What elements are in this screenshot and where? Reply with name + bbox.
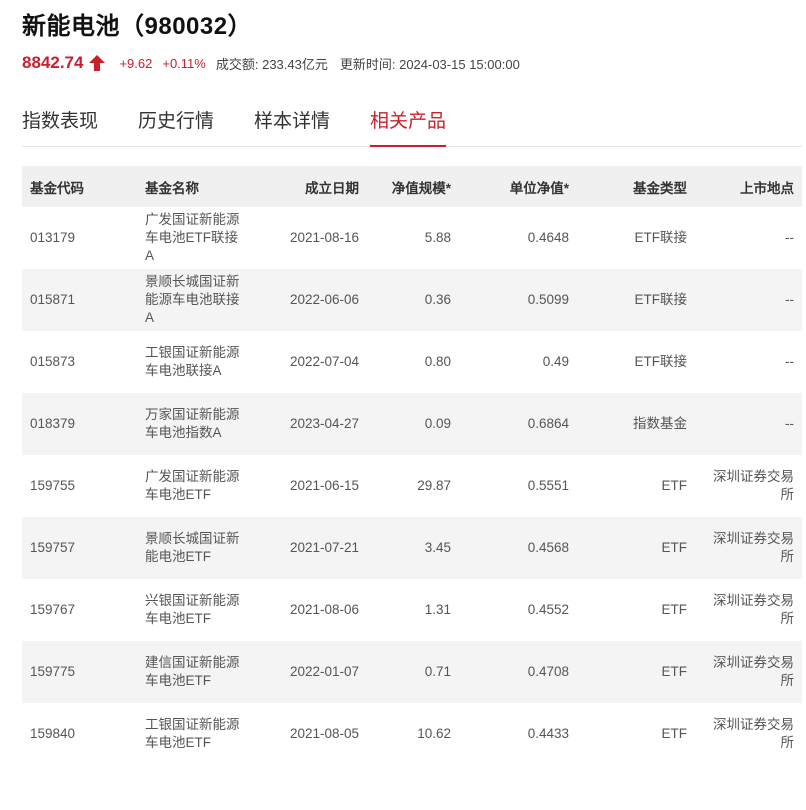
net-asset: 0.71: [367, 641, 459, 703]
col-fund-type[interactable]: 基金类型: [577, 166, 695, 207]
inception-date: 2021-08-16: [289, 230, 359, 245]
inception-date: 2021-07-21: [252, 517, 367, 579]
quote-bar: 8842.74 +9.62 +0.11% 成交额: 233.43亿元 更新时间:…: [22, 46, 802, 80]
fund-type: ETF联接: [634, 230, 688, 245]
col-fund-code[interactable]: 基金代码: [22, 166, 137, 207]
col-listing-venue[interactable]: 上市地点: [695, 166, 802, 207]
fund-code: 013179: [30, 230, 76, 245]
table-row: 013179 广发国证新能源车电池ETF联接A 2021-08-16 5.88 …: [22, 207, 802, 269]
price-change: +9.62: [119, 55, 153, 71]
fund-name[interactable]: 万家国证新能源车电池指数A: [137, 393, 252, 455]
listing-venue: 深圳证券交易所: [713, 593, 794, 626]
table-row: 015873 工银国证新能源车电池联接A 2022-07-04 0.80 0.4…: [22, 331, 802, 393]
fund-code: 159840: [30, 726, 76, 741]
net-asset: 29.87: [417, 478, 451, 493]
unit-nav: 0.6864: [459, 393, 577, 455]
unit-nav: 0.4708: [459, 641, 577, 703]
fund-type: ETF联接: [577, 269, 695, 331]
update-time: 更新时间: 2024-03-15 15:00:00: [339, 56, 520, 72]
fund-name[interactable]: 工银国证新能源车电池联接A: [137, 331, 252, 393]
net-asset: 1.31: [424, 602, 451, 617]
col-net-asset[interactable]: 净值规模*: [367, 166, 459, 207]
fund-type: 指数基金: [577, 393, 695, 455]
tab-index-performance[interactable]: 指数表现: [22, 100, 98, 146]
turnover-text: 成交额: 233.43亿元: [215, 56, 328, 72]
inception-date: 2022-01-07: [252, 641, 367, 703]
table-row: 159840 工银国证新能源车电池ETF 2021-08-05 10.62 0.…: [22, 703, 802, 765]
fund-code: 159775: [22, 641, 137, 703]
page-title: 新能电池（980032）: [22, 13, 253, 40]
listing-venue: --: [785, 354, 794, 369]
fund-type: ETF: [661, 602, 688, 617]
inception-date: 2021-08-05: [289, 726, 359, 741]
net-asset: 0.36: [367, 269, 459, 331]
fund-code: 159757: [22, 517, 137, 579]
listing-venue: 深圳证券交易所: [695, 641, 802, 703]
fund-name[interactable]: 景顺长城国证新能源车电池联接A: [137, 269, 252, 331]
fund-type: ETF联接: [634, 354, 688, 369]
unit-nav: 0.5551: [527, 478, 569, 493]
col-inception-date[interactable]: 成立日期: [252, 166, 367, 207]
table-row: 159775 建信国证新能源车电池ETF 2022-01-07 0.71 0.4…: [22, 641, 802, 703]
net-asset: 0.09: [367, 393, 459, 455]
unit-nav: 0.4648: [527, 230, 569, 245]
table-row: 018379 万家国证新能源车电池指数A 2023-04-27 0.09 0.6…: [22, 393, 802, 455]
net-asset: 10.62: [417, 726, 451, 741]
tab-related-products[interactable]: 相关产品: [370, 100, 447, 147]
inception-date: 2021-06-15: [289, 478, 359, 493]
listing-venue: --: [695, 269, 802, 331]
listing-venue: --: [785, 230, 794, 245]
col-fund-name[interactable]: 基金名称: [137, 166, 252, 207]
unit-nav: 0.4568: [459, 517, 577, 579]
fund-code: 015873: [30, 354, 76, 369]
col-unit-nav[interactable]: 单位净值*: [459, 166, 577, 207]
fund-name[interactable]: 建信国证新能源车电池ETF: [137, 641, 252, 703]
arrow-up-icon: [87, 54, 107, 72]
fund-type: ETF: [577, 641, 695, 703]
unit-nav: 0.49: [542, 354, 569, 369]
inception-date: 2023-04-27: [252, 393, 367, 455]
unit-nav: 0.5099: [459, 269, 577, 331]
listing-venue: --: [695, 393, 802, 455]
tab-bar: 指数表现 历史行情 样本详情 相关产品: [22, 100, 802, 147]
net-asset: 5.88: [424, 230, 451, 245]
listing-venue: 深圳证券交易所: [713, 717, 794, 750]
tab-constituents[interactable]: 样本详情: [254, 100, 330, 146]
net-asset: 0.80: [424, 354, 451, 369]
fund-name[interactable]: 广发国证新能源车电池ETF: [137, 455, 252, 517]
tab-history[interactable]: 历史行情: [138, 100, 214, 146]
unit-nav: 0.4433: [527, 726, 569, 741]
fund-type: ETF: [577, 517, 695, 579]
fund-code: 159767: [30, 602, 76, 617]
fund-code: 159755: [30, 478, 76, 493]
fund-code: 018379: [22, 393, 137, 455]
fund-name[interactable]: 工银国证新能源车电池ETF: [137, 703, 252, 765]
unit-nav: 0.4552: [527, 602, 569, 617]
listing-venue: 深圳证券交易所: [695, 517, 802, 579]
fund-name[interactable]: 兴银国证新能源车电池ETF: [137, 579, 252, 641]
index-price: 8842.74: [22, 53, 84, 72]
table-row: 159755 广发国证新能源车电池ETF 2021-06-15 29.87 0.…: [22, 455, 802, 517]
inception-date: 2021-08-06: [289, 602, 359, 617]
table-header-row: 基金代码 基金名称 成立日期 净值规模* 单位净值* 基金类型 上市地点: [22, 166, 802, 207]
table-row: 159757 景顺长城国证新能电池ETF 2021-07-21 3.45 0.4…: [22, 517, 802, 579]
fund-type: ETF: [661, 478, 688, 493]
inception-date: 2022-06-06: [252, 269, 367, 331]
net-asset: 3.45: [367, 517, 459, 579]
fund-name[interactable]: 景顺长城国证新能电池ETF: [137, 517, 252, 579]
table-row: 015871 景顺长城国证新能源车电池联接A 2022-06-06 0.36 0…: [22, 269, 802, 331]
price-change-pct: +0.11%: [162, 55, 206, 71]
table-row: 159767 兴银国证新能源车电池ETF 2021-08-06 1.31 0.4…: [22, 579, 802, 641]
fund-name[interactable]: 广发国证新能源车电池ETF联接A: [137, 207, 252, 269]
fund-type: ETF: [661, 726, 688, 741]
listing-venue: 深圳证券交易所: [713, 469, 794, 502]
related-products-table: 基金代码 基金名称 成立日期 净值规模* 单位净值* 基金类型 上市地点 013…: [22, 166, 802, 765]
inception-date: 2022-07-04: [289, 354, 359, 369]
fund-code: 015871: [22, 269, 137, 331]
